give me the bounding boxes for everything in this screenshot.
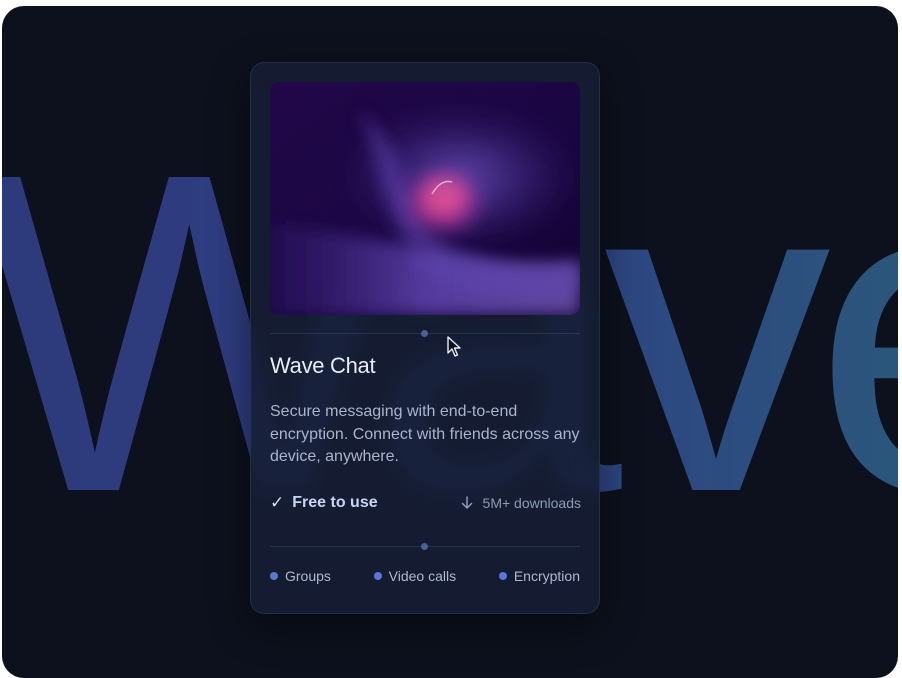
divider-top	[270, 330, 580, 337]
bullet-icon	[498, 572, 507, 580]
abstract-wave-image	[270, 82, 580, 315]
feature-tags: Groups Video calls Encryption	[270, 568, 580, 584]
pricing-text: Free to use	[292, 494, 378, 511]
tag-groups: Groups	[270, 568, 331, 584]
tag-label: Groups	[285, 568, 331, 584]
download-count: 5M+ downloads	[461, 495, 581, 511]
download-arrow-icon	[461, 496, 472, 509]
bullet-icon	[373, 572, 382, 580]
divider-bottom	[270, 543, 580, 550]
tag-video-calls: Video calls	[373, 568, 457, 584]
app-title: Wave Chat	[270, 353, 376, 378]
check-icon: ✓	[270, 493, 285, 512]
app-description: Secure messaging with end-to-end encrypt…	[270, 403, 580, 465]
tag-label: Video calls	[388, 568, 457, 584]
divider-dot	[421, 543, 428, 550]
tag-label: Encryption	[513, 568, 580, 584]
divider-dot	[421, 330, 428, 337]
tag-encryption: Encryption	[498, 568, 580, 584]
pricing-label: ✓ Free to use	[270, 493, 378, 513]
bullet-icon	[270, 572, 278, 580]
mouse-pointer-icon	[447, 336, 461, 357]
app-card[interactable]: Wave Chat Secure messaging with end-to-e…	[250, 62, 600, 614]
downloads-text: 5M+ downloads	[482, 495, 581, 511]
hero-image	[270, 82, 580, 315]
